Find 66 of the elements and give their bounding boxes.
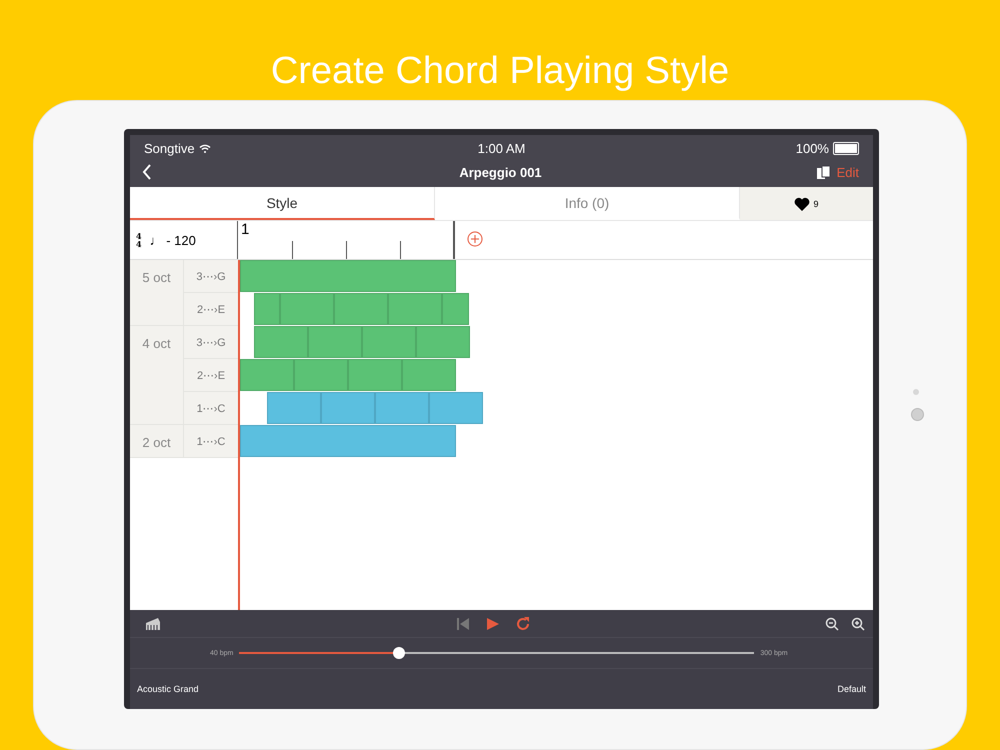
note-block[interactable] (362, 326, 416, 358)
note-block[interactable] (321, 392, 375, 424)
note-label: 1⋯›C (184, 392, 238, 424)
note-block[interactable] (348, 359, 402, 391)
slider-thumb[interactable] (393, 647, 405, 659)
octave-label: 4 oct (130, 326, 184, 424)
note-label: 2⋯›E (184, 359, 238, 392)
play-button[interactable] (486, 616, 500, 630)
note-block[interactable] (240, 425, 456, 457)
note-block[interactable] (429, 392, 483, 424)
battery-percent: 100% (796, 140, 829, 156)
time-signature-top: 4 (136, 232, 142, 240)
piano-button[interactable] (146, 618, 161, 630)
home-button[interactable] (911, 408, 924, 421)
copy-icon (816, 166, 831, 178)
zoom-in-button[interactable] (851, 616, 865, 630)
note-block[interactable] (254, 326, 308, 358)
copy-button[interactable] (816, 166, 831, 178)
note-label: 1⋯›C (184, 425, 238, 457)
likes-panel[interactable]: 9 (740, 187, 873, 220)
loop-button[interactable] (516, 616, 530, 630)
play-icon (486, 616, 500, 630)
loop-icon (516, 616, 530, 630)
tempo-slider-track[interactable] (239, 647, 754, 659)
time-signature-bottom: 4 (136, 240, 142, 248)
zoom-out-button[interactable] (825, 616, 839, 630)
note-block[interactable] (416, 326, 470, 358)
wifi-icon (198, 144, 211, 152)
tempo-label: ♩ - 120 (150, 232, 196, 248)
piano-keys-icon (146, 618, 161, 630)
note-label: 3⋯›G (184, 260, 238, 293)
headline: Create Chord Playing Style (270, 49, 730, 94)
screen-title: Arpeggio 001 (459, 164, 542, 180)
skip-back-button[interactable] (456, 616, 470, 630)
note-block[interactable] (442, 293, 469, 325)
note-block[interactable] (308, 326, 362, 358)
octave-label: 2 oct (130, 425, 184, 457)
heart-icon (794, 196, 810, 210)
like-count: 9 (813, 198, 818, 208)
note-block[interactable] (240, 260, 456, 292)
back-icon (142, 164, 152, 180)
note-block[interactable] (402, 359, 456, 391)
clock: 1:00 AM (478, 140, 526, 156)
skip-back-icon (456, 616, 470, 630)
octave-label: 5 oct (130, 260, 184, 325)
add-bar-button[interactable] (466, 231, 484, 249)
zoom-in-icon (851, 616, 865, 630)
note-block[interactable] (240, 359, 294, 391)
tab[interactable]: Style (130, 187, 435, 220)
note-block[interactable] (334, 293, 388, 325)
note-block[interactable] (375, 392, 429, 424)
zoom-out-icon (825, 616, 839, 630)
plus-icon (467, 231, 483, 247)
note-label: 2⋯›E (184, 293, 238, 325)
note-block[interactable] (280, 293, 334, 325)
instrument-name[interactable]: Acoustic Grand (137, 684, 199, 694)
bar-number: 1 (241, 221, 250, 238)
preset-name[interactable]: Default (837, 684, 866, 694)
battery-icon (832, 142, 859, 154)
note-block[interactable] (388, 293, 442, 325)
note-block[interactable] (254, 293, 280, 325)
carrier-name: Songtive (144, 140, 195, 156)
note-label: 3⋯›G (184, 326, 238, 359)
note-block[interactable] (294, 359, 348, 391)
camera-dot (913, 389, 919, 395)
note-block[interactable] (267, 392, 321, 424)
